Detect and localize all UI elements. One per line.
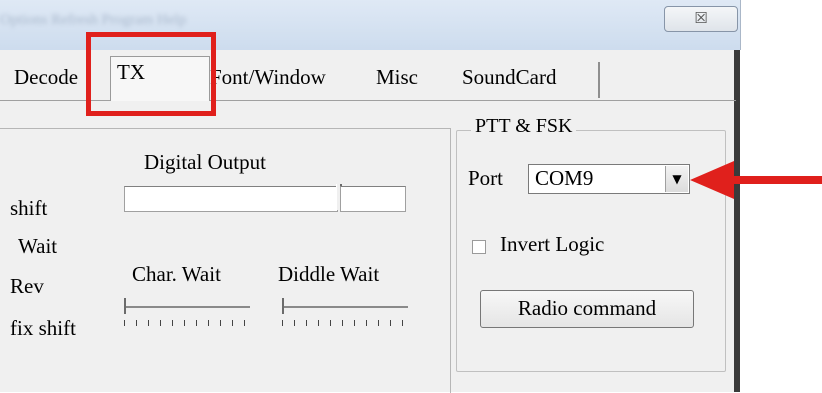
tab-font-window[interactable]: Font/Window [204,62,376,98]
ptt-fsk-title: PTT & FSK [471,115,577,138]
char-wait-track [124,306,250,308]
chevron-down-icon[interactable]: ▼ [665,166,688,192]
digital-output-label: Digital Output [144,150,266,174]
diddle-wait-label: Diddle Wait [278,262,380,286]
tab-misc[interactable]: Misc [370,62,458,98]
close-button[interactable]: ☒ [664,6,738,32]
diddle-wait-thumb[interactable] [282,298,288,314]
label-fix-shift: fix shift [10,316,76,340]
tab-font-window-label: Font/Window [210,65,326,89]
char-wait-slider[interactable] [124,298,250,328]
digital-output-value [340,186,406,212]
char-wait-thumb[interactable] [124,298,130,314]
tab-decode-label: Decode [14,65,79,89]
diddle-wait-track [282,306,408,308]
label-shift: shift [10,196,48,220]
port-label: Port [468,166,504,190]
port-select-value: COM9 [535,166,594,190]
annotation-highlight-box [86,32,216,116]
label-wait: Wait [18,234,58,258]
char-wait-label: Char. Wait [132,262,221,286]
window-edge [734,50,740,392]
tab-soundcard[interactable]: SoundCard [456,62,600,98]
digital-output-slider[interactable] [124,186,338,212]
tab-soundcard-label: SoundCard [462,65,557,89]
tab-misc-label: Misc [376,65,418,89]
diddle-wait-ticks [282,320,408,326]
invert-logic-checkbox[interactable] [472,240,486,254]
radio-command-button[interactable]: Radio command [480,290,694,328]
label-rev: Rev [10,274,44,298]
diddle-wait-slider[interactable] [282,298,408,328]
char-wait-ticks [124,320,250,326]
invert-logic-label: Invert Logic [500,232,605,256]
port-select[interactable]: COM9 ▼ [528,164,690,194]
annotation-arrow-icon [690,161,822,199]
